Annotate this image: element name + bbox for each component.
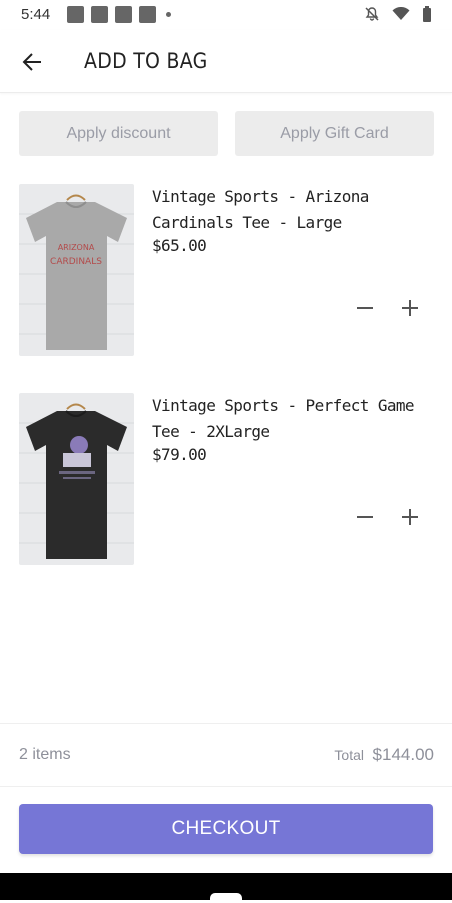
checkout-button[interactable]: CHECKOUT	[19, 804, 433, 854]
decrease-quantity-button[interactable]	[353, 505, 377, 529]
product-image[interactable]	[19, 393, 134, 565]
total-value: $144.00	[372, 745, 434, 764]
increase-quantity-button[interactable]	[398, 296, 422, 320]
svg-text:CARDINALS: CARDINALS	[50, 257, 102, 267]
more-notifications-icon	[166, 12, 171, 17]
cart-item: ARIZONA CARDINALS Vintage Sports - Arizo…	[19, 184, 433, 356]
apply-gift-card-button[interactable]: Apply Gift Card	[235, 111, 434, 156]
notification-icon	[91, 6, 108, 23]
minus-icon	[357, 516, 373, 518]
wifi-icon	[392, 7, 410, 20]
system-navigation-bar	[0, 873, 452, 903]
plus-icon	[402, 509, 418, 525]
status-bar: 5:44	[0, 0, 452, 30]
notification-icon	[139, 6, 156, 23]
svg-text:ARIZONA: ARIZONA	[58, 243, 95, 252]
notification-icons	[67, 6, 171, 23]
cart-item: Vintage Sports - Perfect Game Tee - 2XLa…	[19, 393, 433, 565]
back-button[interactable]	[18, 48, 46, 76]
item-count: 2 items	[19, 746, 71, 763]
plus-icon	[402, 300, 418, 316]
product-image[interactable]: ARIZONA CARDINALS	[19, 184, 134, 356]
arrow-left-icon	[22, 53, 41, 71]
page-title: ADD TO BAG	[84, 49, 208, 73]
total-label: Total	[334, 747, 364, 763]
notification-icon	[115, 6, 132, 23]
item-price: $79.00	[152, 445, 207, 464]
item-name[interactable]: Vintage Sports - Arizona Cardinals Tee -…	[152, 184, 434, 236]
status-time: 5:44	[21, 6, 51, 23]
home-handle[interactable]	[210, 893, 242, 903]
item-price: $65.00	[152, 236, 207, 255]
order-summary: 2 items Total $144.00	[0, 723, 452, 787]
increase-quantity-button[interactable]	[398, 505, 422, 529]
apply-discount-button[interactable]: Apply discount	[19, 111, 218, 156]
mute-bell-icon	[365, 7, 379, 21]
app-header: ADD TO BAG	[0, 30, 452, 93]
minus-icon	[357, 307, 373, 309]
item-name[interactable]: Vintage Sports - Perfect Game Tee - 2XLa…	[152, 393, 434, 445]
system-icons	[364, 6, 432, 22]
battery-icon	[423, 6, 431, 22]
decrease-quantity-button[interactable]	[353, 296, 377, 320]
notification-icon	[67, 6, 84, 23]
